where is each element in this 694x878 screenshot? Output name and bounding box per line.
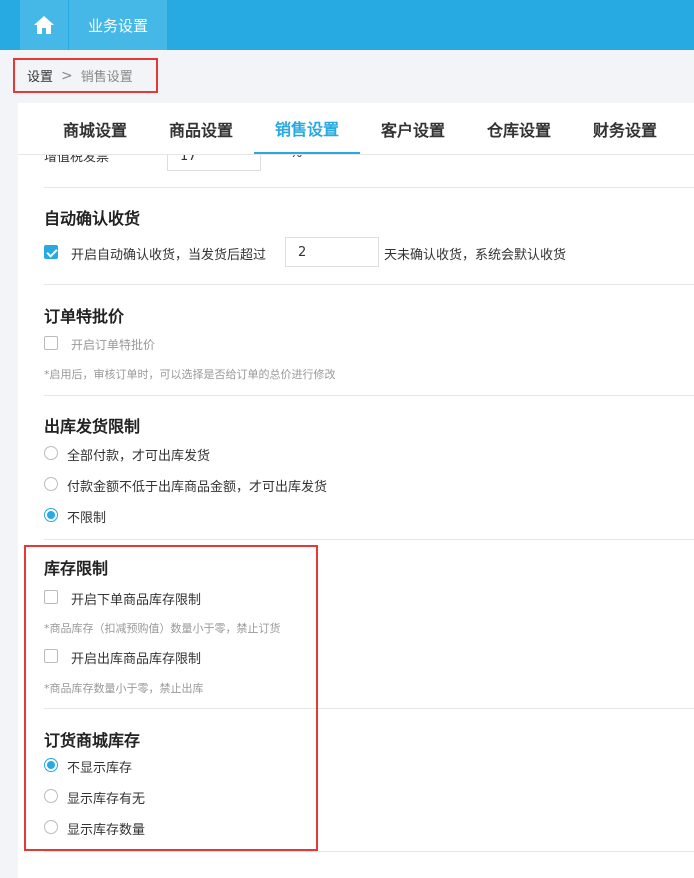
mall-stock-radio-hide[interactable] xyxy=(44,758,58,772)
home-icon xyxy=(34,16,54,34)
mall-stock-radio-quantity[interactable] xyxy=(44,820,58,834)
breadcrumb-separator-icon: > xyxy=(61,67,73,84)
auto-confirm-days-input[interactable]: 2 xyxy=(285,237,379,267)
outbound-stock-limit-hint: *商品库存数量小于零，禁止出库 xyxy=(44,682,204,695)
shipping-radio-no-limit[interactable] xyxy=(44,508,58,522)
special-price-title: 订单特批价 xyxy=(44,309,125,326)
special-price-checkbox[interactable] xyxy=(44,336,58,350)
special-price-hint: *启用后，审核订单时，可以选择是否给订单的总价进行修改 xyxy=(44,368,336,381)
outbound-stock-limit-checkbox[interactable] xyxy=(44,649,58,663)
divider xyxy=(44,187,694,188)
tab-sales-settings[interactable]: 销售设置 xyxy=(254,103,360,154)
mall-stock-option-label: 显示库存数量 xyxy=(67,823,146,838)
shipping-radio-full-payment[interactable] xyxy=(44,446,58,460)
tab-warehouse-settings[interactable]: 仓库设置 xyxy=(466,103,572,154)
auto-confirm-label: 开启自动确认收货，当发货后超过 xyxy=(71,248,267,263)
shipping-option-label: 全部付款，才可出库发货 xyxy=(67,449,211,464)
order-stock-limit-checkbox[interactable] xyxy=(44,590,58,604)
tab-finance-settings[interactable]: 财务设置 xyxy=(572,103,678,154)
home-button[interactable] xyxy=(20,0,68,50)
divider xyxy=(44,284,694,285)
auto-confirm-checkbox[interactable] xyxy=(44,245,58,259)
auto-confirm-suffix: 天未确认收货，系统会默认收货 xyxy=(384,248,567,263)
breadcrumb-settings[interactable]: 设置 xyxy=(27,66,53,85)
vat-label: 增值税发票 xyxy=(44,155,110,165)
top-bar: 业务设置 xyxy=(0,0,694,50)
mall-stock-radio-availability[interactable] xyxy=(44,789,58,803)
shipping-option-label: 付款金额不低于出库商品金额，才可出库发货 xyxy=(67,480,328,495)
mall-stock-option-label: 不显示库存 xyxy=(67,761,133,776)
divider xyxy=(44,851,694,852)
vat-unit: % xyxy=(290,155,302,161)
mall-stock-title: 订货商城库存 xyxy=(44,733,141,750)
mall-stock-option-label: 显示库存有无 xyxy=(67,792,146,807)
vat-row: 增值税发票 17 % xyxy=(18,155,694,175)
shipping-option-label: 不限制 xyxy=(67,511,107,526)
tab-customer-settings[interactable]: 客户设置 xyxy=(360,103,466,154)
divider xyxy=(44,539,694,540)
settings-panel: 商城设置 商品设置 销售设置 客户设置 仓库设置 财务设置 增值税发票 17 %… xyxy=(18,103,694,878)
order-stock-limit-label: 开启下单商品库存限制 xyxy=(71,593,202,608)
auto-confirm-title: 自动确认收货 xyxy=(44,211,141,228)
breadcrumb: 设置 > 销售设置 xyxy=(13,58,158,93)
special-price-label: 开启订单特批价 xyxy=(71,338,156,352)
stock-limit-title: 库存限制 xyxy=(44,561,109,578)
tab-product-settings[interactable]: 商品设置 xyxy=(148,103,254,154)
business-settings-tab[interactable]: 业务设置 xyxy=(69,0,167,50)
divider xyxy=(44,395,694,396)
outbound-stock-limit-label: 开启出库商品库存限制 xyxy=(71,652,202,667)
shipping-limit-title: 出库发货限制 xyxy=(44,419,141,436)
settings-tabs: 商城设置 商品设置 销售设置 客户设置 仓库设置 财务设置 xyxy=(18,103,694,155)
breadcrumb-current: 销售设置 xyxy=(80,70,133,85)
tab-mall-settings[interactable]: 商城设置 xyxy=(42,103,148,154)
divider xyxy=(44,708,694,709)
order-stock-limit-hint: *商品库存（扣减预购值）数量小于零，禁止订货 xyxy=(44,622,281,635)
shipping-radio-partial-payment[interactable] xyxy=(44,477,58,491)
vat-rate-input[interactable]: 17 xyxy=(167,155,261,171)
